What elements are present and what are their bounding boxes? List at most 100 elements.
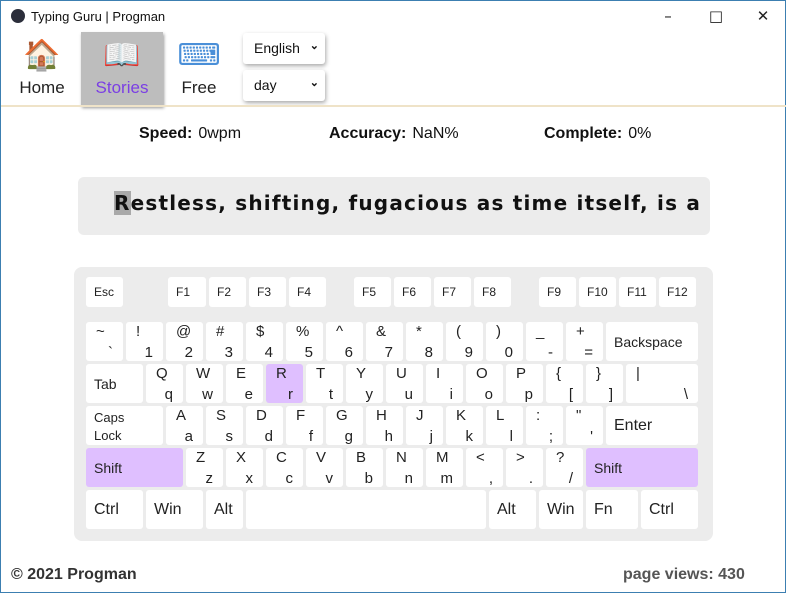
- key-label: t: [328, 386, 333, 403]
- key-w[interactable]: Ww: [186, 364, 223, 403]
- key--[interactable]: >.: [506, 448, 543, 487]
- key-shift-label: T: [316, 365, 326, 382]
- key-p[interactable]: Pp: [506, 364, 543, 403]
- key-r[interactable]: Rr: [266, 364, 303, 403]
- key-y[interactable]: Yy: [346, 364, 383, 403]
- key-a[interactable]: Aa: [166, 406, 203, 445]
- key-alt[interactable]: Alt: [489, 490, 536, 529]
- key-alt[interactable]: Alt: [206, 490, 243, 529]
- key-shift[interactable]: Shift: [86, 448, 183, 487]
- key-l[interactable]: Ll: [486, 406, 523, 445]
- key-f8[interactable]: F8: [474, 277, 511, 307]
- key-label: 9: [464, 344, 473, 361]
- key-label: Alt: [214, 500, 233, 518]
- key-backspace[interactable]: Backspace: [606, 322, 698, 361]
- key-f11[interactable]: F11: [619, 277, 656, 307]
- key-label: Ctrl: [94, 500, 119, 518]
- key-j[interactable]: Jj: [406, 406, 443, 445]
- key-label: u: [404, 386, 413, 403]
- nav-free-button[interactable]: ⌨ Free: [158, 32, 240, 106]
- key-g[interactable]: Gg: [326, 406, 363, 445]
- key-label: F12: [667, 285, 688, 299]
- nav-home-button[interactable]: 🏠 Home: [1, 32, 83, 106]
- key-shift-label: {: [556, 365, 562, 382]
- close-icon[interactable]: ✕: [743, 5, 783, 27]
- key--[interactable]: | \: [626, 364, 698, 403]
- key-caps-lock[interactable]: Caps Lock: [86, 406, 163, 445]
- key--[interactable]: " ': [566, 406, 603, 445]
- key-b[interactable]: Bb: [346, 448, 383, 487]
- key-shift-label: _: [536, 323, 545, 340]
- key-label: 4: [264, 344, 273, 361]
- key-f12[interactable]: F12: [659, 277, 696, 307]
- key-f[interactable]: Ff: [286, 406, 323, 445]
- key-fn[interactable]: Fn: [586, 490, 638, 529]
- key-label: F7: [442, 285, 457, 299]
- key--[interactable]: _ -: [526, 322, 563, 361]
- language-select[interactable]: English ⌄: [243, 33, 325, 64]
- key--[interactable]: {[: [546, 364, 583, 403]
- key-4[interactable]: $4: [246, 322, 283, 361]
- key-f6[interactable]: F6: [394, 277, 431, 307]
- key-i[interactable]: Ii: [426, 364, 463, 403]
- key-esc[interactable]: Esc: [86, 277, 123, 307]
- key--[interactable]: ? /: [546, 448, 583, 487]
- key-2[interactable]: @2: [166, 322, 203, 361]
- key-1[interactable]: ! 1: [126, 322, 163, 361]
- key-win[interactable]: Win: [539, 490, 583, 529]
- key-space[interactable]: [246, 490, 486, 529]
- story-text: Restless, shifting, fugacious as time it…: [78, 177, 710, 235]
- key--[interactable]: <,: [466, 448, 503, 487]
- key-o[interactable]: Oo: [466, 364, 503, 403]
- speed-stat: Speed: 0wpm: [139, 125, 241, 143]
- key-f2[interactable]: F2: [209, 277, 246, 307]
- key-h[interactable]: Hh: [366, 406, 403, 445]
- key-6[interactable]: ^ 6: [326, 322, 363, 361]
- key-f3[interactable]: F3: [249, 277, 286, 307]
- key-z[interactable]: Zz: [186, 448, 223, 487]
- key-9[interactable]: (9: [446, 322, 483, 361]
- key-f10[interactable]: F10: [579, 277, 616, 307]
- key-f5[interactable]: F5: [354, 277, 391, 307]
- key-ctrl[interactable]: Ctrl: [641, 490, 698, 529]
- key-s[interactable]: Ss: [206, 406, 243, 445]
- key--[interactable]: ~ `: [86, 322, 123, 361]
- key-enter[interactable]: Enter: [606, 406, 698, 445]
- key-k[interactable]: Kk: [446, 406, 483, 445]
- key-label: F5: [362, 285, 377, 299]
- key-t[interactable]: Tt: [306, 364, 343, 403]
- key-c[interactable]: Cc: [266, 448, 303, 487]
- key-e[interactable]: Ee: [226, 364, 263, 403]
- key-8[interactable]: * 8: [406, 322, 443, 361]
- maximize-icon[interactable]: □: [696, 5, 736, 27]
- key--[interactable]: :;: [526, 406, 563, 445]
- storybook-icon: 📖: [103, 38, 141, 73]
- key-shift-label: U: [396, 365, 407, 382]
- key-label: 3: [224, 344, 233, 361]
- key-f7[interactable]: F7: [434, 277, 471, 307]
- key-ctrl[interactable]: Ctrl: [86, 490, 143, 529]
- nav-stories-button[interactable]: 📖 Stories: [81, 32, 163, 106]
- key-d[interactable]: Dd: [246, 406, 283, 445]
- key-u[interactable]: Uu: [386, 364, 423, 403]
- key-3[interactable]: #3: [206, 322, 243, 361]
- key--[interactable]: + =: [566, 322, 603, 361]
- theme-select[interactable]: day ⌄: [243, 70, 325, 101]
- key-tab[interactable]: Tab: [86, 364, 143, 403]
- key--[interactable]: }]: [586, 364, 623, 403]
- minimize-icon[interactable]: –: [648, 5, 688, 27]
- key-shift[interactable]: Shift: [586, 448, 698, 487]
- key-7[interactable]: & 7: [366, 322, 403, 361]
- key-f9[interactable]: F9: [539, 277, 576, 307]
- key-v[interactable]: Vv: [306, 448, 343, 487]
- key-x[interactable]: Xx: [226, 448, 263, 487]
- key-0[interactable]: ) 0: [486, 322, 523, 361]
- key-m[interactable]: Mm: [426, 448, 463, 487]
- key-f4[interactable]: F4: [289, 277, 326, 307]
- key-win[interactable]: Win: [146, 490, 203, 529]
- key-label: F4: [297, 285, 312, 299]
- key-5[interactable]: % 5: [286, 322, 323, 361]
- key-n[interactable]: Nn: [386, 448, 423, 487]
- key-f1[interactable]: F1: [168, 277, 206, 307]
- key-q[interactable]: Qq: [146, 364, 183, 403]
